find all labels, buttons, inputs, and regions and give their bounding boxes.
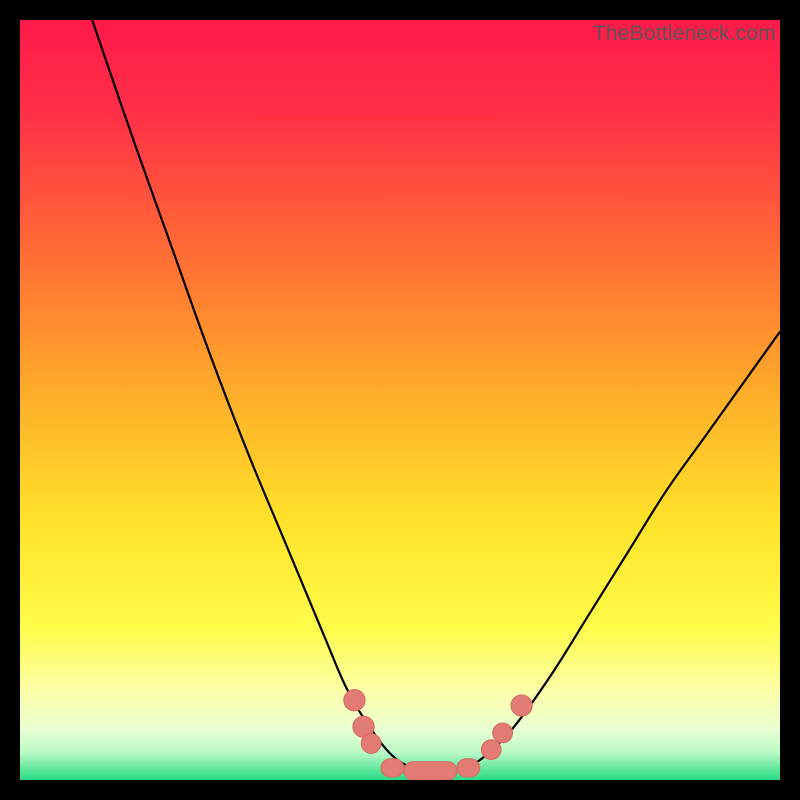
marker-group	[344, 690, 532, 780]
curve-marker	[361, 734, 381, 754]
watermark-text: TheBottleneck.com	[593, 22, 776, 46]
curve-marker	[381, 759, 404, 777]
plot-frame: TheBottleneck.com	[20, 20, 780, 780]
curve-marker	[404, 762, 457, 780]
curve-marker	[344, 690, 365, 711]
curve-marker	[511, 695, 532, 716]
curve-layer	[20, 20, 780, 780]
curve-marker	[493, 723, 513, 743]
curve-marker	[457, 759, 480, 777]
bottleneck-curve	[92, 20, 780, 771]
curve-marker	[481, 740, 501, 760]
